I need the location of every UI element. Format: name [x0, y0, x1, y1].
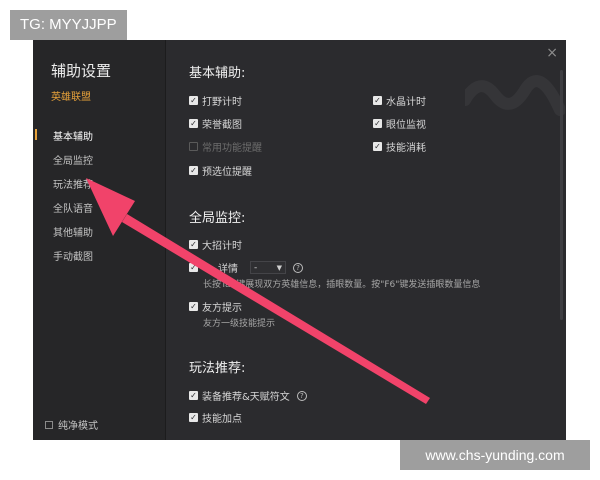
- watermark-top-left: TG: MYYJJPP: [10, 10, 127, 40]
- option-skill-cost[interactable]: ✓ 技能消耗: [373, 139, 426, 154]
- option-label: 打野计时: [202, 97, 242, 108]
- option-label: 装备推荐&天赋符文: [202, 392, 290, 403]
- option-preselect-reminder[interactable]: ✓ 预选位提醒: [189, 163, 252, 178]
- checkbox-checked[interactable]: ✓: [189, 413, 198, 422]
- help-icon[interactable]: ?: [293, 262, 303, 273]
- option-label: 友方提示: [202, 303, 242, 314]
- section-title-monitor: 全局监控:: [189, 211, 246, 226]
- sidebar-item-monitor[interactable]: 全局监控: [53, 152, 93, 167]
- detail-description: 长按Tab键展现双方英雄信息，插眼数量。按"F6"键发送插眼数量信息: [203, 280, 481, 290]
- option-skill-points[interactable]: ✓ 技能加点: [189, 410, 242, 425]
- section-title-basic: 基本辅助:: [189, 66, 246, 81]
- sidebar: 辅助设置 英雄联盟 基本辅助 全局监控 玩法推荐 全队语音 其他辅助 手动截图 …: [33, 40, 166, 440]
- dropdown-value: -: [254, 262, 258, 273]
- checkbox-checked[interactable]: ✓: [189, 240, 198, 249]
- option-ally-tip[interactable]: ✓ 友方提示: [189, 299, 242, 314]
- option-label: 荣誉截图: [202, 120, 242, 131]
- detail-dropdown[interactable]: - ▼: [250, 261, 286, 274]
- chevron-down-icon: ▼: [276, 263, 282, 272]
- option-ward-monitor[interactable]: ✓ 眼位监视: [373, 116, 426, 131]
- option-jungle-timer[interactable]: ✓ 打野计时: [189, 93, 242, 108]
- checkbox-unchecked[interactable]: [189, 142, 198, 151]
- option-honor-screenshot[interactable]: ✓ 荣誉截图: [189, 116, 242, 131]
- content-panel: × 基本辅助: ✓ 打野计时 ✓ 水晶计时 ✓ 荣誉截图 ✓ 眼位监视 常用功能…: [165, 40, 566, 440]
- close-icon[interactable]: ×: [546, 45, 558, 61]
- checkbox-checked[interactable]: ✓: [373, 96, 382, 105]
- settings-window: 辅助设置 英雄联盟 基本辅助 全局监控 玩法推荐 全队语音 其他辅助 手动截图 …: [33, 40, 566, 440]
- checkbox-checked[interactable]: ✓: [189, 119, 198, 128]
- checkbox-checked[interactable]: ✓: [373, 119, 382, 128]
- sidebar-title: 辅助设置: [51, 62, 112, 80]
- sidebar-item-play[interactable]: 玩法推荐: [53, 176, 93, 191]
- help-icon[interactable]: ?: [296, 390, 307, 401]
- checkbox-checked[interactable]: ✓: [373, 142, 382, 151]
- ally-tip-description: 友方一级技能提示: [203, 319, 276, 329]
- sidebar-item-basic[interactable]: 基本辅助: [53, 128, 93, 143]
- option-label: 预选位提醒: [202, 167, 252, 178]
- pure-mode-toggle[interactable]: 纯净模式: [45, 417, 98, 432]
- watermark-bottom-right: www.chs-yunding.com: [400, 440, 590, 470]
- option-ult-timer[interactable]: ✓ 大招计时: [189, 237, 242, 252]
- option-label: 常用功能提醒: [202, 143, 262, 154]
- section-title-play: 玩法推荐:: [189, 361, 246, 376]
- option-label: 详情: [218, 264, 238, 275]
- option-label: 大招计时: [202, 241, 242, 252]
- checkbox-checked[interactable]: ✓: [189, 391, 198, 400]
- scrollbar[interactable]: [560, 70, 563, 320]
- pure-mode-label: 纯净模式: [58, 421, 98, 432]
- sidebar-item-screenshot[interactable]: 手动截图: [53, 248, 93, 263]
- active-indicator: [35, 129, 37, 140]
- pure-mode-checkbox[interactable]: [45, 420, 53, 429]
- checkbox-checked[interactable]: ✓: [189, 302, 198, 311]
- option-label: 眼位监视: [386, 120, 426, 131]
- checkbox-checked[interactable]: ✓: [189, 96, 198, 105]
- option-crystal-timer[interactable]: ✓ 水晶计时: [373, 93, 426, 108]
- option-detail[interactable]: ✓ 详情 - ▼ ?: [189, 260, 303, 275]
- option-label: 技能消耗: [386, 143, 426, 154]
- option-equip-recommend[interactable]: ✓ 装备推荐&天赋符文 ?: [189, 388, 307, 403]
- sidebar-item-other[interactable]: 其他辅助: [53, 224, 93, 239]
- option-common-reminder[interactable]: 常用功能提醒: [189, 139, 262, 154]
- checkbox-checked[interactable]: ✓: [189, 166, 198, 175]
- sidebar-game-name: 英雄联盟: [51, 92, 91, 103]
- option-label: 技能加点: [202, 414, 242, 425]
- decorative-wave: [465, 75, 565, 116]
- checkbox-checked[interactable]: ✓: [189, 263, 198, 272]
- option-label: 水晶计时: [386, 97, 426, 108]
- sidebar-item-voice[interactable]: 全队语音: [53, 200, 93, 215]
